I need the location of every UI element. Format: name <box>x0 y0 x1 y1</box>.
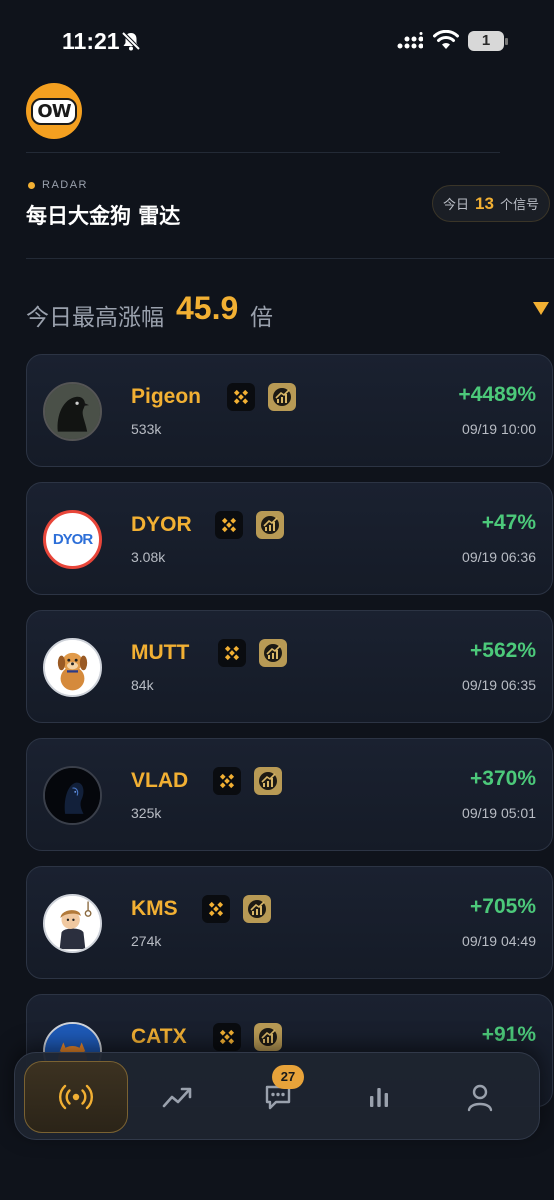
token-timestamp: 09/19 10:00 <box>462 421 536 437</box>
profile-icon <box>467 1084 493 1112</box>
token-card[interactable]: VLAD 325k +370% 09/19 05:01 <box>26 738 553 851</box>
wifi-icon <box>433 30 459 49</box>
token-name: CATX <box>131 1025 187 1048</box>
token-volume: 533k <box>131 421 162 437</box>
dyor-avatar-icon: DYOR <box>43 510 102 569</box>
token-change: +370% <box>470 767 536 790</box>
page-title: 每日大金狗 雷达 <box>26 204 181 228</box>
radar-dot <box>28 182 35 189</box>
token-change: +705% <box>470 895 536 918</box>
bar-chart-icon <box>370 1088 388 1107</box>
binance-icon[interactable] <box>213 1023 241 1051</box>
tab-trend[interactable] <box>125 1061 229 1133</box>
token-change: +91% <box>481 1023 536 1046</box>
dog-avatar-icon <box>43 638 102 697</box>
tab-radar[interactable] <box>24 1061 128 1133</box>
tab-stats[interactable] <box>327 1061 431 1133</box>
signal-count-prefix: 今日 <box>443 198 470 213</box>
token-name: Pigeon <box>131 385 202 408</box>
bottom-tab-bar <box>14 1052 540 1140</box>
token-timestamp: 09/19 06:35 <box>462 677 536 693</box>
token-change: +47% <box>481 511 536 534</box>
token-timestamp: 09/19 06:36 <box>462 549 536 565</box>
sort-dropdown-caret-icon[interactable] <box>533 302 549 315</box>
character-avatar-icon <box>43 894 102 953</box>
token-volume: 84k <box>131 677 154 693</box>
signal-count-suffix: 个信号 <box>499 198 539 213</box>
token-volume: 325k <box>131 805 162 821</box>
messages-badge: 27 <box>272 1065 304 1089</box>
token-card[interactable]: DYOR DYOR 3.08k +47% 09/19 06:36 <box>26 482 553 595</box>
binance-icon[interactable] <box>202 895 230 923</box>
status-time: 11:21 <box>62 28 120 54</box>
binance-icon[interactable] <box>218 639 246 667</box>
token-timestamp: 09/19 04:49 <box>462 933 536 949</box>
logo-text: OW <box>31 97 77 125</box>
token-name: MUTT <box>131 641 190 664</box>
token-card[interactable]: MUTT 84k +562% 09/19 06:35 <box>26 610 553 723</box>
token-name: DYOR <box>131 513 192 536</box>
section-divider <box>26 258 554 259</box>
header-divider <box>26 152 500 153</box>
chart-link-icon[interactable] <box>256 511 284 539</box>
battery-tip <box>505 38 508 45</box>
battery-level: 1 <box>468 31 504 51</box>
token-timestamp: 09/19 05:01 <box>462 805 536 821</box>
signal-count-pill: 今日 13 个信号 <box>432 185 550 222</box>
token-change: +4489% <box>458 383 536 406</box>
chart-link-icon[interactable] <box>243 895 271 923</box>
radar-tag: RADAR <box>42 179 89 191</box>
token-card[interactable]: Pigeon 533k +4489% 09/19 10:00 <box>26 354 553 467</box>
pigeon-avatar-icon <box>43 382 102 441</box>
trend-icon <box>162 1087 192 1108</box>
bell-muted-icon <box>121 31 141 51</box>
token-name: KMS <box>131 897 178 920</box>
status-bar: 11:21 1 <box>0 0 554 70</box>
app-logo[interactable]: OW <box>26 83 82 139</box>
binance-icon[interactable] <box>215 511 243 539</box>
dark-figure-avatar-icon <box>43 766 102 825</box>
token-card[interactable]: KMS 274k +705% 09/19 04:49 <box>26 866 553 979</box>
chart-link-icon[interactable] <box>268 383 296 411</box>
signal-count: 13 <box>475 193 494 213</box>
radar-icon <box>59 1084 93 1110</box>
max-gain-unit: 倍 <box>250 305 273 331</box>
binance-icon[interactable] <box>213 767 241 795</box>
chart-link-icon[interactable] <box>254 767 282 795</box>
token-change: +562% <box>470 639 536 662</box>
avatar-text: DYOR <box>52 531 93 548</box>
tab-profile[interactable] <box>428 1061 532 1133</box>
chart-link-icon[interactable] <box>254 1023 282 1051</box>
max-gain-label: 今日最高涨幅 <box>26 305 164 331</box>
cellular-signal-icon <box>397 32 423 49</box>
token-name: VLAD <box>131 769 189 792</box>
battery-indicator: 1 <box>468 31 508 51</box>
token-volume: 3.08k <box>131 549 166 565</box>
binance-icon[interactable] <box>227 383 255 411</box>
chart-link-icon[interactable] <box>259 639 287 667</box>
max-gain-value: 45.9 <box>176 290 239 326</box>
token-volume: 274k <box>131 933 162 949</box>
